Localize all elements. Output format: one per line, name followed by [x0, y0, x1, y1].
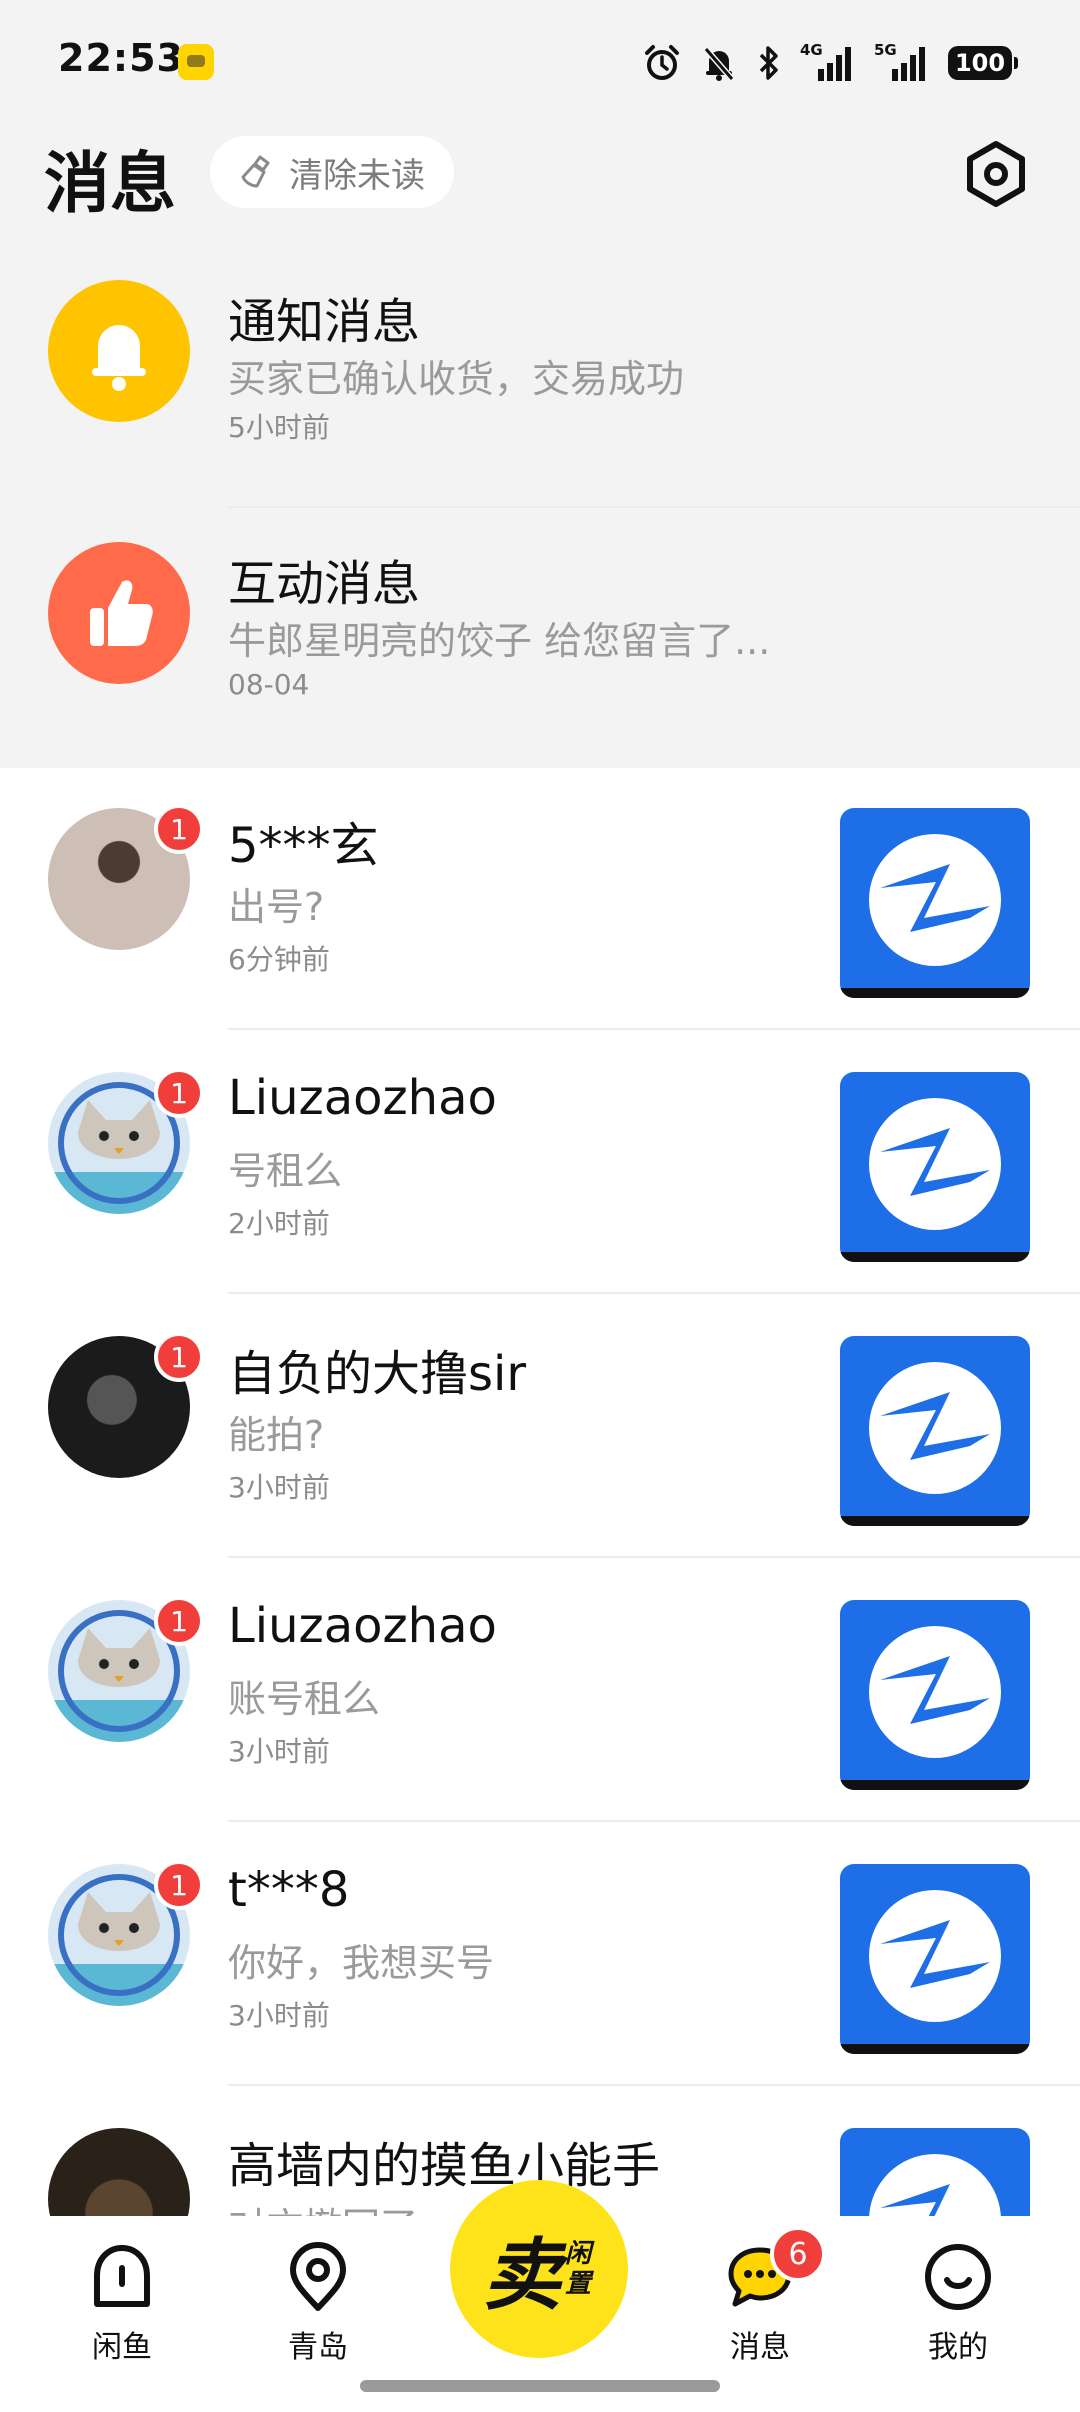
row-divider	[228, 1028, 1080, 1030]
interaction-avatar	[48, 542, 190, 684]
interaction-time: 08-04	[228, 668, 310, 701]
unread-badge: 1	[154, 1332, 204, 1382]
battery-icon: 100	[948, 46, 1018, 80]
app-logo-icon	[840, 1890, 1030, 2054]
nav-profile[interactable]: 我的	[898, 2242, 1018, 2366]
interaction-title: 互动消息	[228, 556, 421, 612]
item-thumbnail	[840, 1336, 1030, 1526]
conversation-time: 3小时前	[228, 1735, 330, 1768]
item-thumbnail	[840, 1600, 1030, 1790]
conversation-preview: 出号?	[228, 885, 325, 929]
conversation-name: 5***玄	[228, 818, 379, 874]
home-indicator	[360, 2380, 720, 2392]
app-logo-icon	[840, 834, 1030, 998]
notification-avatar	[48, 280, 190, 422]
status-icons: 4G 5G 100	[642, 40, 1018, 86]
row-divider	[228, 1556, 1080, 1558]
notification-title: 通知消息	[228, 294, 421, 350]
bluetooth-icon	[759, 46, 778, 80]
sell-main-label: 卖	[482, 2231, 561, 2321]
conversation-name: Liuzaozhao	[228, 1598, 497, 1654]
sell-button[interactable]: 卖 闲置	[450, 2180, 628, 2358]
broom-icon	[241, 155, 270, 188]
status-time: 22:53	[58, 36, 184, 80]
status-bar: 22:53 4G 5G 100	[0, 0, 1080, 120]
app-logo-icon	[840, 1362, 1030, 1526]
app-logo-icon	[840, 1626, 1030, 1790]
app-logo-icon	[840, 1098, 1030, 1262]
settings-button[interactable]	[960, 138, 1032, 210]
clear-unread-label: 清除未读	[289, 155, 425, 196]
location-pin-icon	[290, 2242, 346, 2311]
conversation-name: t***8	[228, 1862, 350, 1918]
settings-icon	[967, 141, 1025, 207]
conversation-time: 6分钟前	[228, 943, 330, 976]
nav-city-label: 青岛	[288, 2330, 348, 2365]
conversation-time: 3小时前	[228, 1999, 330, 2032]
conversation-time: 2小时前	[228, 1207, 330, 1240]
clear-unread-button[interactable]: 清除未读	[210, 136, 454, 208]
thumbs-up-icon	[90, 580, 153, 646]
conversation-row[interactable]: 1 Liuzaozhao 账号租么 3小时前	[0, 1560, 1080, 1822]
unread-badge: 1	[154, 1860, 204, 1910]
app-notification-icon	[178, 44, 214, 80]
item-thumbnail	[840, 1864, 1030, 2054]
unread-badge: 1	[154, 804, 204, 854]
item-thumbnail	[840, 808, 1030, 998]
conversation-row[interactable]: 1 自负的大撸sir 能拍? 3小时前	[0, 1296, 1080, 1558]
conversation-preview: 号租么	[228, 1149, 343, 1193]
row-divider	[228, 1820, 1080, 1822]
interaction-preview: 牛郎星明亮的饺子 给您留言了...	[228, 619, 771, 663]
nav-home[interactable]: 闲鱼	[62, 2242, 182, 2366]
signal-4g-icon: 4G	[800, 41, 856, 83]
alarm-icon	[645, 45, 679, 80]
row-divider	[228, 1292, 1080, 1294]
conversation-preview: 能拍?	[228, 1413, 325, 1457]
conversation-name: 自负的大撸sir	[228, 1346, 527, 1402]
nav-home-label: 闲鱼	[92, 2330, 152, 2365]
notification-preview: 买家已确认收货，交易成功	[228, 357, 685, 401]
home-icon	[94, 2245, 150, 2307]
nav-profile-label: 我的	[928, 2330, 988, 2365]
conversation-preview: 账号租么	[228, 1677, 381, 1721]
nav-messages-label: 消息	[730, 2330, 790, 2365]
conversation-name: Liuzaozhao	[228, 1070, 497, 1126]
conversation-row[interactable]: 1 Liuzaozhao 号租么 2小时前	[0, 1032, 1080, 1294]
profile-smile-icon	[925, 2244, 991, 2310]
unread-badge: 1	[154, 1596, 204, 1646]
item-thumbnail	[840, 1072, 1030, 1262]
unread-badge: 1	[154, 1068, 204, 1118]
page-title: 消息	[44, 145, 176, 222]
bell-icon	[92, 325, 146, 391]
conversation-preview: 你好，我想买号	[228, 1941, 495, 1985]
row-divider	[228, 2084, 1080, 2086]
sell-sub-label: 闲置	[565, 2239, 592, 2299]
conversation-name: 高墙内的摸鱼小能手	[228, 2138, 661, 2194]
signal-5g-icon: 5G	[874, 41, 930, 83]
conversation-row[interactable]: 1 t***8 你好，我想买号 3小时前	[0, 1824, 1080, 2086]
nav-city[interactable]: 青岛	[258, 2242, 378, 2366]
conversation-row[interactable]: 1 5***玄 出号? 6分钟前	[0, 768, 1080, 1030]
notification-messages-row[interactable]: 通知消息 买家已确认收货，交易成功 5小时前	[0, 246, 1080, 508]
interaction-messages-row[interactable]: 互动消息 牛郎星明亮的饺子 给您留言了... 08-04	[0, 508, 1080, 770]
mute-bell-icon	[703, 47, 735, 81]
conversation-time: 3小时前	[228, 1471, 330, 1504]
messages-count-badge: 6	[770, 2226, 826, 2282]
notification-time: 5小时前	[228, 411, 330, 444]
